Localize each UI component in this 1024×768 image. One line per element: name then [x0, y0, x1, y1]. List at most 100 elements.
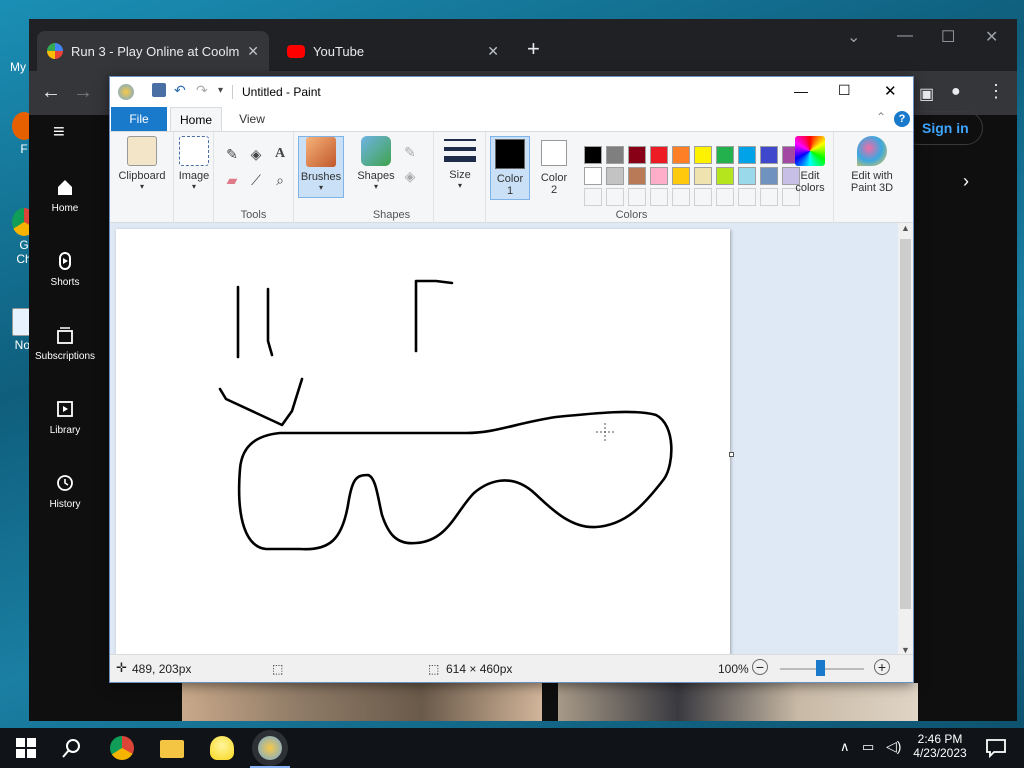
color-swatch[interactable]	[628, 167, 646, 185]
tab-run3[interactable]: Run 3 - Play Online at Coolmath ✕	[37, 31, 269, 71]
color-swatch[interactable]	[584, 146, 602, 164]
new-tab-button[interactable]: +	[527, 36, 540, 62]
chrome-taskbar-icon[interactable]	[110, 736, 134, 760]
color-swatch[interactable]	[650, 167, 668, 185]
maximize-icon[interactable]: ☐	[838, 82, 851, 99]
zoom-slider-thumb[interactable]	[816, 660, 825, 676]
color-swatch[interactable]	[716, 146, 734, 164]
drawing-canvas[interactable]	[116, 229, 730, 657]
tips-lightbulb-icon[interactable]	[210, 736, 234, 760]
color-swatch[interactable]	[628, 188, 646, 206]
video-thumbnail[interactable]	[558, 683, 918, 721]
notifications-icon[interactable]	[984, 736, 1008, 760]
color-swatch[interactable]	[716, 188, 734, 206]
color-swatch[interactable]	[694, 188, 712, 206]
search-icon[interactable]	[60, 736, 84, 760]
fill-icon[interactable]: ◈	[246, 144, 266, 164]
color-swatch[interactable]	[650, 146, 668, 164]
sidebar-item-library[interactable]: Library	[29, 399, 101, 436]
color1-button[interactable]: Color 1	[490, 136, 530, 200]
hamburger-menu-icon[interactable]: ≡	[53, 121, 65, 144]
sidebar-item-shorts[interactable]: Shorts	[29, 251, 101, 288]
paint-taskbar-icon[interactable]	[258, 736, 282, 760]
customize-toolbar-icon[interactable]: ▾	[218, 85, 223, 96]
tab-file[interactable]: File	[111, 107, 167, 131]
tab-view[interactable]: View	[230, 107, 274, 131]
outline-icon[interactable]: ✎	[400, 142, 420, 162]
color-swatch[interactable]	[694, 146, 712, 164]
forward-arrow-icon[interactable]: →	[73, 81, 93, 104]
chevron-right-icon[interactable]: ›	[963, 171, 969, 192]
collapse-ribbon-icon[interactable]: ⌃	[876, 110, 886, 124]
pencil-icon[interactable]: ✎	[222, 144, 242, 164]
network-icon[interactable]: ▭	[862, 739, 874, 755]
color-swatch[interactable]	[584, 167, 602, 185]
color-swatch[interactable]	[606, 146, 624, 164]
color-swatch[interactable]	[584, 188, 602, 206]
color2-button[interactable]: Color 2	[534, 136, 574, 200]
windows-start-icon[interactable]	[14, 736, 38, 760]
color-swatch[interactable]	[628, 146, 646, 164]
close-icon[interactable]: ✕	[884, 82, 897, 100]
undo-icon[interactable]: ↶	[174, 82, 186, 99]
sidebar-item-subscriptions[interactable]: Subscriptions	[29, 325, 101, 362]
tab-youtube[interactable]: YouTube ✕	[277, 31, 509, 71]
minimize-icon[interactable]: —	[794, 83, 808, 99]
profile-icon[interactable]: ●	[951, 83, 961, 101]
text-icon[interactable]: A	[270, 144, 290, 164]
color-swatch[interactable]	[760, 188, 778, 206]
color-swatch[interactable]	[694, 167, 712, 185]
maximize-icon[interactable]: ☐	[941, 27, 955, 47]
color-swatch[interactable]	[606, 167, 624, 185]
color-swatch[interactable]	[760, 146, 778, 164]
chevron-up-icon[interactable]: ∧	[840, 739, 850, 755]
magnifier-icon[interactable]: ⌕	[270, 170, 290, 190]
color-swatch[interactable]	[738, 146, 756, 164]
sidebar-item-home[interactable]: Home	[29, 177, 101, 214]
color-swatch[interactable]	[672, 188, 690, 206]
brushes-button[interactable]: Brushes ▾	[298, 136, 344, 198]
sidebar-item-history[interactable]: History	[29, 473, 101, 510]
tab-home[interactable]: Home	[170, 107, 222, 131]
color-swatch[interactable]	[606, 188, 624, 206]
help-icon[interactable]: ?	[894, 111, 910, 127]
clipboard-button[interactable]: Clipboard ▾	[114, 136, 170, 208]
back-arrow-icon[interactable]: ←	[41, 81, 61, 104]
color-swatch[interactable]	[650, 188, 668, 206]
zoom-in-icon[interactable]: +	[874, 659, 890, 675]
color-swatch[interactable]	[716, 167, 734, 185]
volume-icon[interactable]: ◁)	[886, 738, 901, 755]
tab-close-icon[interactable]: ✕	[487, 43, 499, 60]
video-thumbnail[interactable]	[182, 683, 542, 721]
color-swatch[interactable]	[760, 167, 778, 185]
zoom-out-icon[interactable]: −	[752, 659, 768, 675]
eraser-icon[interactable]: ▰	[222, 170, 242, 190]
more-menu-icon[interactable]: ⋮	[987, 81, 1005, 102]
fill-shape-icon[interactable]: ◈	[400, 166, 420, 186]
clock[interactable]: 2:46 PM 4/23/2023	[912, 732, 968, 760]
color-swatch[interactable]	[672, 167, 690, 185]
scrollbar-thumb[interactable]	[900, 239, 911, 609]
color-picker-icon[interactable]: ⟋	[246, 170, 266, 190]
canvas-size-icon: ⬚	[428, 662, 440, 676]
edit-colors-button[interactable]: Edit colors	[788, 136, 832, 208]
file-explorer-icon[interactable]	[160, 740, 184, 758]
color-swatch[interactable]	[672, 146, 690, 164]
image-button[interactable]: Image ▾	[176, 136, 212, 208]
shapes-button[interactable]: Shapes ▾	[354, 136, 398, 208]
save-icon[interactable]	[152, 83, 166, 97]
redo-icon[interactable]: ↷	[196, 82, 208, 99]
tab-close-icon[interactable]: ✕	[247, 43, 259, 60]
scroll-up-icon[interactable]: ▲	[901, 223, 910, 233]
edit-paint3d-button[interactable]: Edit with Paint 3D	[842, 136, 902, 208]
canvas-resize-handle[interactable]	[729, 452, 734, 457]
color-swatch[interactable]	[738, 188, 756, 206]
size-button[interactable]: Size ▾	[438, 136, 482, 208]
close-icon[interactable]: ✕	[985, 27, 998, 47]
color-swatch[interactable]	[738, 167, 756, 185]
vertical-scrollbar[interactable]: ▲ ▼	[898, 223, 913, 655]
sidebar-icon[interactable]: ▣	[919, 84, 934, 104]
sidebar-item-label: Library	[49, 425, 81, 436]
minimize-icon[interactable]: —	[897, 27, 913, 45]
chevron-down-icon[interactable]: ⌄	[847, 27, 860, 47]
